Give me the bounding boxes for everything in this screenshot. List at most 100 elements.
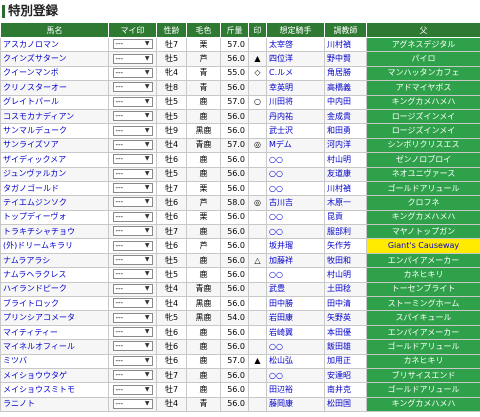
jockey-link[interactable]: 幸英明 (266, 80, 325, 96)
horse-name-link[interactable]: ナムラアラシ (0, 252, 109, 269)
jockey-link[interactable]: 松山弘 (266, 353, 325, 369)
horse-name-link[interactable]: ザイディックメア (0, 152, 109, 168)
my-mark-select[interactable]: --- ▼ (112, 327, 153, 337)
sire-link[interactable]: キングカメハメハ (366, 94, 480, 110)
my-mark-select[interactable]: --- ▼ (112, 240, 153, 251)
trainer-link[interactable]: 南井克 (324, 382, 367, 398)
trainer-link[interactable]: 服部利 (324, 224, 367, 240)
horse-name-link[interactable]: (外)ドリームキラリ (0, 238, 109, 254)
horse-name-link[interactable]: トラキチシャチョウ (0, 224, 109, 240)
horse-name-link[interactable]: ラニノト (0, 396, 109, 413)
sire-link[interactable]: マヤノトップガン (366, 224, 480, 240)
sire-link[interactable]: パイロ (366, 51, 480, 67)
jockey-link[interactable]: ○○ (266, 339, 325, 355)
jockey-link[interactable]: 岩崎翼 (266, 324, 325, 341)
trainer-link[interactable]: 矢作芳 (324, 238, 367, 254)
jockey-link[interactable]: 武士沢 (266, 123, 325, 139)
jockey-link[interactable]: 藤岡康 (266, 396, 325, 413)
my-mark-select[interactable]: --- ▼ (112, 341, 153, 352)
horse-name-link[interactable]: ナムラヘラクレス (0, 267, 109, 283)
sire-link[interactable]: スパイキュール (366, 310, 480, 326)
trainer-link[interactable]: 角居勝 (324, 65, 367, 82)
my-mark-select[interactable]: --- ▼ (112, 67, 153, 78)
jockey-link[interactable]: 岩田康 (266, 310, 325, 326)
horse-name-link[interactable]: サンライズソア (0, 137, 109, 154)
my-mark-select[interactable]: --- ▼ (112, 398, 153, 409)
horse-name-link[interactable]: クリノスターオー (0, 80, 109, 96)
trainer-link[interactable]: 木原一 (324, 195, 367, 211)
trainer-link[interactable]: 矢野英 (324, 310, 367, 326)
horse-name-link[interactable]: コスモカナディアン (0, 108, 109, 125)
trainer-link[interactable]: 土田稔 (324, 281, 367, 298)
trainer-link[interactable]: 金成貴 (324, 108, 367, 125)
jockey-link[interactable]: 丹内祐 (266, 108, 325, 125)
jockey-link[interactable]: ○○ (266, 152, 325, 168)
sire-link[interactable]: ゴールドアリュール (366, 180, 480, 197)
horse-name-link[interactable]: テイエムジンソク (0, 195, 109, 211)
trainer-link[interactable]: 昆貢 (324, 209, 367, 226)
jockey-link[interactable]: 坂井瑠 (266, 238, 325, 254)
horse-name-link[interactable]: グレイトパール (0, 94, 109, 110)
trainer-link[interactable]: 村山明 (324, 152, 367, 168)
jockey-link[interactable]: 四位洋 (266, 51, 325, 67)
sire-link[interactable]: カネヒキリ (366, 353, 480, 369)
sire-link[interactable]: キングカメハメハ (366, 209, 480, 226)
horse-name-link[interactable]: クインズサターン (0, 51, 109, 67)
jockey-link[interactable]: 田辺裕 (266, 382, 325, 398)
horse-name-link[interactable]: ミツバ (0, 353, 109, 369)
jockey-link[interactable]: Mデム (266, 137, 325, 154)
sire-link[interactable]: キングカメハメハ (366, 396, 480, 413)
jockey-link[interactable]: 古川吉 (266, 195, 325, 211)
horse-name-link[interactable]: メイショウウタゲ (0, 367, 109, 384)
horse-name-link[interactable]: ブライトロック (0, 296, 109, 312)
trainer-link[interactable]: 牧田和 (324, 252, 367, 269)
my-mark-select[interactable]: --- ▼ (112, 125, 153, 136)
my-mark-select[interactable]: --- ▼ (112, 355, 153, 366)
sire-link[interactable]: ゼンノロブロイ (366, 152, 480, 168)
trainer-link[interactable]: 安達昭 (324, 367, 367, 384)
trainer-link[interactable]: 松田国 (324, 396, 367, 413)
horse-name-link[interactable]: トップディーヴォ (0, 209, 109, 226)
sire-link[interactable]: Giant's Causeway (366, 238, 480, 254)
jockey-link[interactable]: ○○ (266, 267, 325, 283)
trainer-link[interactable]: 村山明 (324, 267, 367, 283)
my-mark-select[interactable]: --- ▼ (112, 39, 153, 50)
sire-link[interactable]: エンパイアメーカー (366, 324, 480, 341)
my-mark-select[interactable]: --- ▼ (112, 370, 153, 381)
my-mark-select[interactable]: --- ▼ (112, 183, 153, 194)
my-mark-select[interactable]: --- ▼ (112, 82, 153, 93)
sire-link[interactable]: ネオユニヴァース (366, 166, 480, 182)
my-mark-select[interactable]: --- ▼ (112, 269, 153, 280)
jockey-link[interactable]: ○○ (266, 166, 325, 182)
trainer-link[interactable]: 加用正 (324, 353, 367, 369)
jockey-link[interactable]: 川田将 (266, 94, 325, 110)
sire-link[interactable]: カネヒキリ (366, 267, 480, 283)
jockey-link[interactable]: 武豊 (266, 281, 325, 298)
trainer-link[interactable]: 中内田 (324, 94, 367, 110)
horse-name-link[interactable]: マイネルオフィール (0, 339, 109, 355)
my-mark-select[interactable]: --- ▼ (112, 255, 153, 266)
jockey-link[interactable]: ○○ (266, 180, 325, 197)
trainer-link[interactable]: 高橋義 (324, 80, 367, 96)
sire-link[interactable]: ストーミングホーム (366, 296, 480, 312)
trainer-link[interactable]: 和田勇 (324, 123, 367, 139)
jockey-link[interactable]: 加藤祥 (266, 252, 325, 269)
jockey-link[interactable]: 田中勝 (266, 296, 325, 312)
my-mark-select[interactable]: --- ▼ (112, 283, 153, 294)
sire-link[interactable]: エンパイアメーカー (366, 252, 480, 269)
my-mark-select[interactable]: --- ▼ (112, 211, 153, 222)
horse-name-link[interactable]: マイティティー (0, 324, 109, 341)
my-mark-select[interactable]: --- ▼ (112, 226, 153, 237)
sire-link[interactable]: ブリサイスエンド (366, 367, 480, 384)
horse-name-link[interactable]: クイーンマンボ (0, 65, 109, 82)
jockey-link[interactable]: ○○ (266, 224, 325, 240)
sire-link[interactable]: アドマイヤボス (366, 80, 480, 96)
trainer-link[interactable]: 川村禎 (324, 180, 367, 197)
trainer-link[interactable]: 河内洋 (324, 137, 367, 154)
my-mark-select[interactable]: --- ▼ (112, 96, 153, 107)
sire-link[interactable]: ロージズインメイ (366, 108, 480, 125)
horse-name-link[interactable]: メイショウスミトモ (0, 382, 109, 398)
horse-name-link[interactable]: ジュンヴァルカン (0, 166, 109, 182)
my-mark-select[interactable]: --- ▼ (112, 111, 153, 122)
trainer-link[interactable]: 友道康 (324, 166, 367, 182)
